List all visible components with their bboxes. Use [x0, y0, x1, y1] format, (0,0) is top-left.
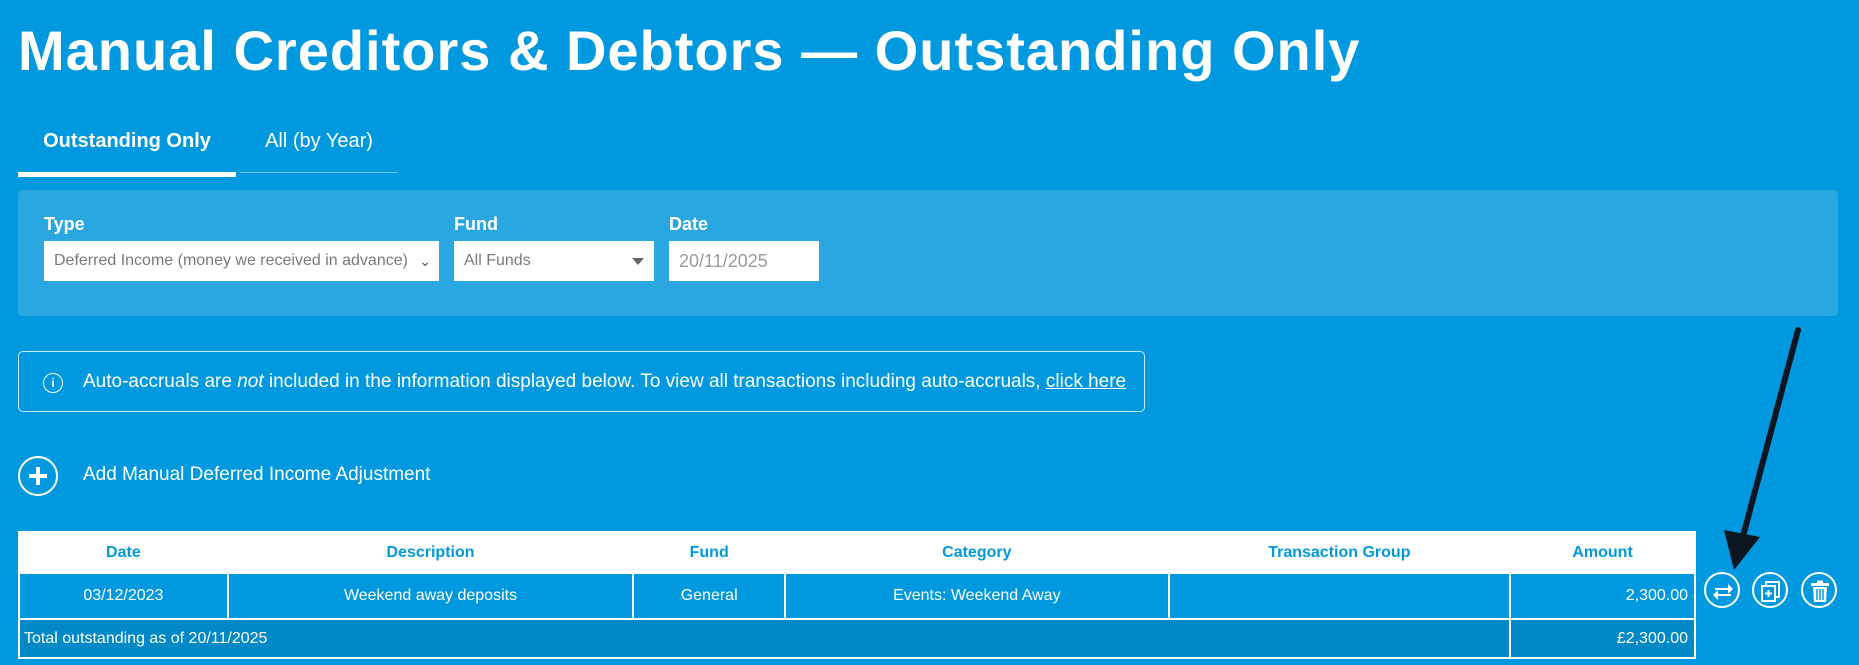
column-header-date[interactable]: Date: [18, 531, 229, 574]
total-row: Total outstanding as of 20/11/2025 £2,30…: [17, 618, 1696, 659]
deferred-income-table: Date Description Fund Category Transacti…: [17, 531, 1696, 659]
add-icon[interactable]: [18, 456, 58, 496]
cell-amount: 2,300.00: [1509, 572, 1696, 620]
info-text-part: included in the information displayed be…: [263, 371, 1046, 392]
page-title: Manual Creditors & Debtors — Outstanding…: [18, 19, 1361, 82]
type-select-value: Deferred Income (money we received in ad…: [54, 252, 408, 269]
table-row[interactable]: 03/12/2023 Weekend away deposits General…: [18, 572, 1696, 620]
caret-down-icon: [632, 258, 644, 265]
fund-select-value: All Funds: [464, 252, 531, 269]
click-here-link[interactable]: click here: [1046, 371, 1126, 392]
type-label: Type: [44, 214, 85, 234]
column-header-category[interactable]: Category: [784, 531, 1170, 574]
cell-date: 03/12/2023: [18, 572, 229, 620]
tab-all-by-year[interactable]: All (by Year): [240, 120, 398, 173]
date-input[interactable]: 20/11/2025: [669, 241, 819, 281]
info-text-part: Auto-accruals are: [83, 371, 238, 392]
delete-icon: [1811, 580, 1829, 602]
total-amount: £2,300.00: [1509, 618, 1696, 659]
info-icon: i: [43, 373, 63, 393]
chevron-down-icon: ⌄: [419, 253, 431, 269]
copy-icon: [1761, 581, 1780, 602]
table-header-row: Date Description Fund Category Transacti…: [18, 531, 1696, 574]
date-label: Date: [669, 214, 709, 234]
column-header-transaction-group[interactable]: Transaction Group: [1167, 531, 1512, 574]
column-header-fund[interactable]: Fund: [632, 531, 787, 574]
cell-category: Events: Weekend Away: [784, 572, 1170, 620]
info-text: Auto-accruals are not included in the in…: [83, 371, 1126, 393]
delete-button[interactable]: [1801, 572, 1837, 608]
column-header-description[interactable]: Description: [226, 531, 635, 574]
cell-transaction-group: [1167, 572, 1512, 620]
tab-bar: Outstanding Only All (by Year): [18, 120, 398, 177]
date-input-value: 20/11/2025: [679, 251, 768, 271]
type-select[interactable]: Deferred Income (money we received in ad…: [44, 241, 439, 281]
cell-fund: General: [632, 572, 787, 620]
tab-label: Outstanding Only: [43, 130, 211, 152]
info-text-emphasis: not: [237, 371, 264, 392]
copy-button[interactable]: [1752, 572, 1788, 608]
cell-description: Weekend away deposits: [226, 572, 635, 620]
tab-outstanding-only[interactable]: Outstanding Only: [18, 120, 236, 177]
fund-select[interactable]: All Funds: [454, 241, 654, 281]
filter-panel: Type Deferred Income (money we received …: [18, 190, 1838, 316]
total-label: Total outstanding as of 20/11/2025: [17, 618, 1512, 659]
tab-label: All (by Year): [265, 130, 373, 152]
annotation-arrow: [1724, 327, 1801, 570]
transfer-button[interactable]: [1704, 572, 1740, 608]
transfer-icon: [1713, 584, 1733, 600]
column-header-amount[interactable]: Amount: [1509, 531, 1696, 574]
info-banner: i Auto-accruals are not included in the …: [18, 351, 1145, 412]
fund-label: Fund: [454, 214, 498, 234]
add-adjustment-link[interactable]: Add Manual Deferred Income Adjustment: [83, 464, 430, 486]
